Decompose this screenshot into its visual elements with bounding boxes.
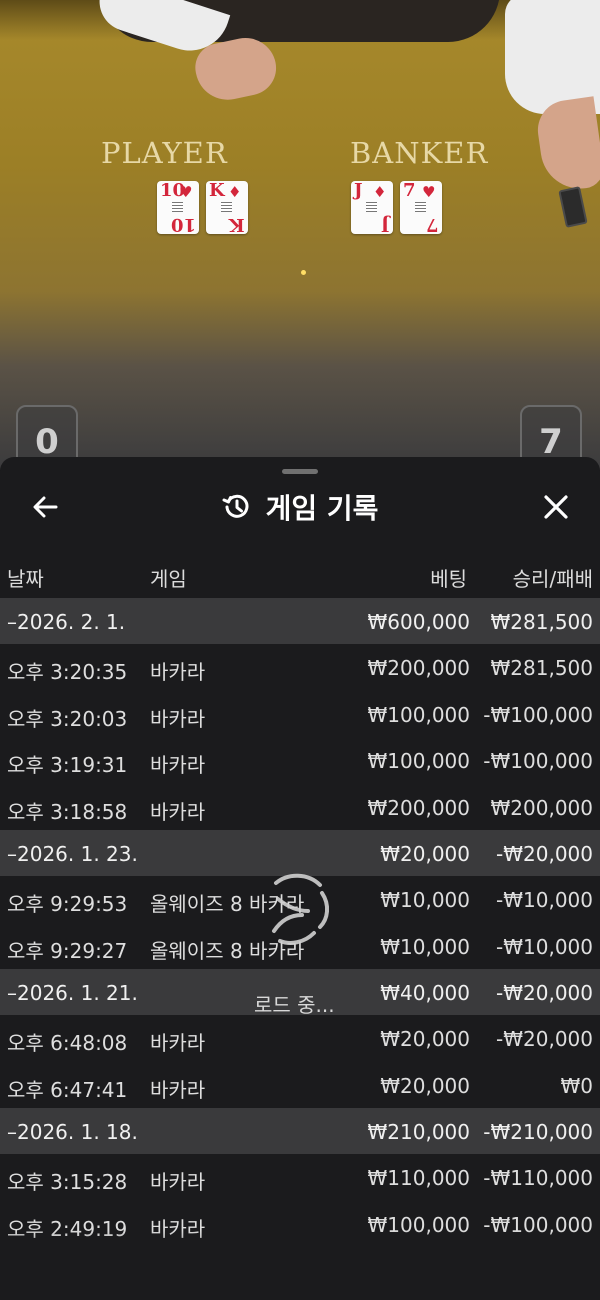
table-row[interactable]: 오후 3:15:28 바카라 ₩110,000 -₩110,000: [0, 1154, 600, 1201]
live-video-feed: PLAYER BANKER 10 ♥ 10 K ♦ K J ♦ J 7 ♥ 7 …: [0, 0, 600, 470]
date-group-header[interactable]: –2026. 1. 23. ₩20,000 -₩20,000: [0, 830, 600, 876]
table-row[interactable]: 오후 6:47:41 바카라 ₩20,000 ₩0: [0, 1062, 600, 1109]
banker-table-label: BANKER: [350, 136, 489, 170]
table-marker: [301, 270, 306, 275]
table-header: 날짜 게임 베팅 승리/패배: [0, 555, 600, 595]
loading-spinner-icon: [272, 873, 329, 945]
player-card-1: 10 ♥ 10: [157, 181, 199, 235]
game-history-sheet: 게임 기록 날짜 게임 베팅 승리/패배 –2026. 2. 1. ₩600,0…: [0, 457, 600, 1300]
drag-handle[interactable]: [282, 469, 318, 474]
banker-card-2: 7 ♥ 7: [400, 181, 442, 235]
sheet-header: 게임 기록: [0, 487, 600, 527]
table-row[interactable]: 오후 3:18:58 바카라 ₩200,000 ₩200,000: [0, 784, 600, 831]
table-row[interactable]: 오후 3:19:31 바카라 ₩100,000 -₩100,000: [0, 737, 600, 784]
table-row[interactable]: 오후 3:20:03 바카라 ₩100,000 -₩100,000: [0, 691, 600, 738]
column-date: 날짜: [7, 567, 44, 591]
column-game: 게임: [150, 567, 187, 591]
table-row[interactable]: 오후 6:48:08 바카라 ₩20,000 -₩20,000: [0, 1015, 600, 1062]
date-group-header[interactable]: –2026. 1. 18. ₩210,000 -₩210,000: [0, 1108, 600, 1154]
table-row[interactable]: 오후 3:20:35 바카라 ₩200,000 ₩281,500: [0, 644, 600, 691]
sheet-title: 게임 기록: [265, 492, 379, 525]
history-icon: [222, 494, 249, 518]
dealer-right-hand: [534, 96, 600, 194]
close-icon[interactable]: [540, 491, 572, 523]
column-result: 승리/패배: [512, 567, 593, 591]
player-table-label: PLAYER: [101, 136, 228, 170]
date-group-header[interactable]: –2026. 2. 1. ₩600,000 ₩281,500: [0, 598, 600, 644]
banker-card-1: J ♦ J: [351, 181, 393, 235]
column-bet: 베팅: [430, 567, 467, 591]
table-row[interactable]: 오후 2:49:19 바카라 ₩100,000 -₩100,000: [0, 1201, 600, 1248]
player-card-2: K ♦ K: [206, 181, 248, 235]
card-shoe: [558, 186, 588, 228]
loading-text: 로드 중...: [254, 993, 335, 1017]
